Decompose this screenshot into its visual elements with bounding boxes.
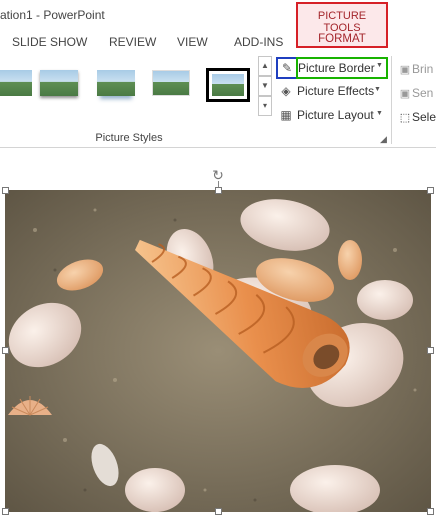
tab-review[interactable]: REVIEW — [109, 35, 156, 49]
picture-styles-gallery — [0, 58, 258, 110]
bring-forward-label: Brin — [412, 62, 434, 76]
gallery-more-button[interactable]: ▾ — [258, 96, 272, 116]
resize-handle-bottom[interactable] — [215, 508, 222, 515]
picture-border-label: Picture Border — [298, 61, 375, 75]
resize-handle-left[interactable] — [2, 347, 9, 354]
picture-style-drop-shadow[interactable] — [38, 68, 80, 102]
selection-pane-icon: ⬚ — [399, 112, 411, 124]
resize-handle-top-right[interactable] — [427, 187, 434, 194]
picture-border-button[interactable]: ✎ Picture Border ▼ — [276, 57, 388, 79]
send-backward-icon: ▣ — [399, 88, 411, 100]
picture-effects-button[interactable]: ◈ Picture Effects ▼ — [276, 81, 386, 101]
bring-forward-icon: ▣ — [399, 64, 411, 76]
picture-style-reflected[interactable] — [95, 68, 137, 102]
picture-style-simple-frame[interactable] — [0, 68, 34, 102]
picture-style-soft-edge[interactable] — [150, 68, 192, 102]
chevron-down-icon: ▼ — [376, 62, 383, 69]
selection-pane-label: Sele — [412, 110, 436, 124]
resize-handle-top-left[interactable] — [2, 187, 9, 194]
send-backward-label: Sen — [412, 86, 434, 100]
ribbon-tabs: SLIDE SHOW REVIEW VIEW ADD-INS — [0, 30, 436, 52]
send-backward-button[interactable]: ▣ Sen — [398, 86, 436, 104]
window-title: ation1 - PowerPoint — [0, 8, 105, 22]
arrange-group: ▣ Brin ▣ Sen ⬚ Sele — [398, 56, 436, 136]
ribbon-group-divider — [391, 56, 392, 144]
pencil-border-icon: ✎ — [276, 57, 298, 79]
picture-layout-label: Picture Layout — [297, 108, 374, 122]
selected-picture[interactable] — [5, 190, 431, 512]
tab-view[interactable]: VIEW — [177, 35, 208, 49]
picture-styles-group-label: Picture Styles — [95, 132, 163, 144]
resize-handle-right[interactable] — [427, 347, 434, 354]
bring-forward-button[interactable]: ▣ Brin — [398, 62, 436, 80]
gallery-scroll: ▲ ▼ ▾ — [258, 56, 272, 120]
ribbon: ▲ ▼ ▾ ✎ Picture Border ▼ ◈ Picture Effec… — [0, 52, 436, 148]
chevron-down-icon: ▼ — [376, 110, 383, 117]
seashell-photo — [5, 190, 431, 512]
resize-handle-top[interactable] — [215, 187, 222, 194]
chevron-down-icon: ▼ — [374, 86, 381, 93]
picture-effects-label: Picture Effects — [297, 84, 375, 98]
tab-slide-show[interactable]: SLIDE SHOW — [12, 35, 87, 49]
gallery-scroll-down-button[interactable]: ▼ — [258, 76, 272, 96]
layout-icon: ▦ — [280, 108, 292, 122]
picture-layout-button[interactable]: ▦ Picture Layout ▼ — [276, 105, 386, 125]
picture-style-thick-black-border[interactable] — [206, 68, 250, 102]
effects-icon: ◈ — [281, 84, 291, 98]
selection-pane-button[interactable]: ⬚ Sele — [398, 110, 436, 128]
tab-add-ins[interactable]: ADD-INS — [234, 35, 283, 49]
resize-handle-bottom-left[interactable] — [2, 508, 9, 515]
resize-handle-bottom-right[interactable] — [427, 508, 434, 515]
gallery-scroll-up-button[interactable]: ▲ — [258, 56, 272, 76]
dialog-launcher-icon[interactable]: ◢ — [380, 134, 387, 145]
